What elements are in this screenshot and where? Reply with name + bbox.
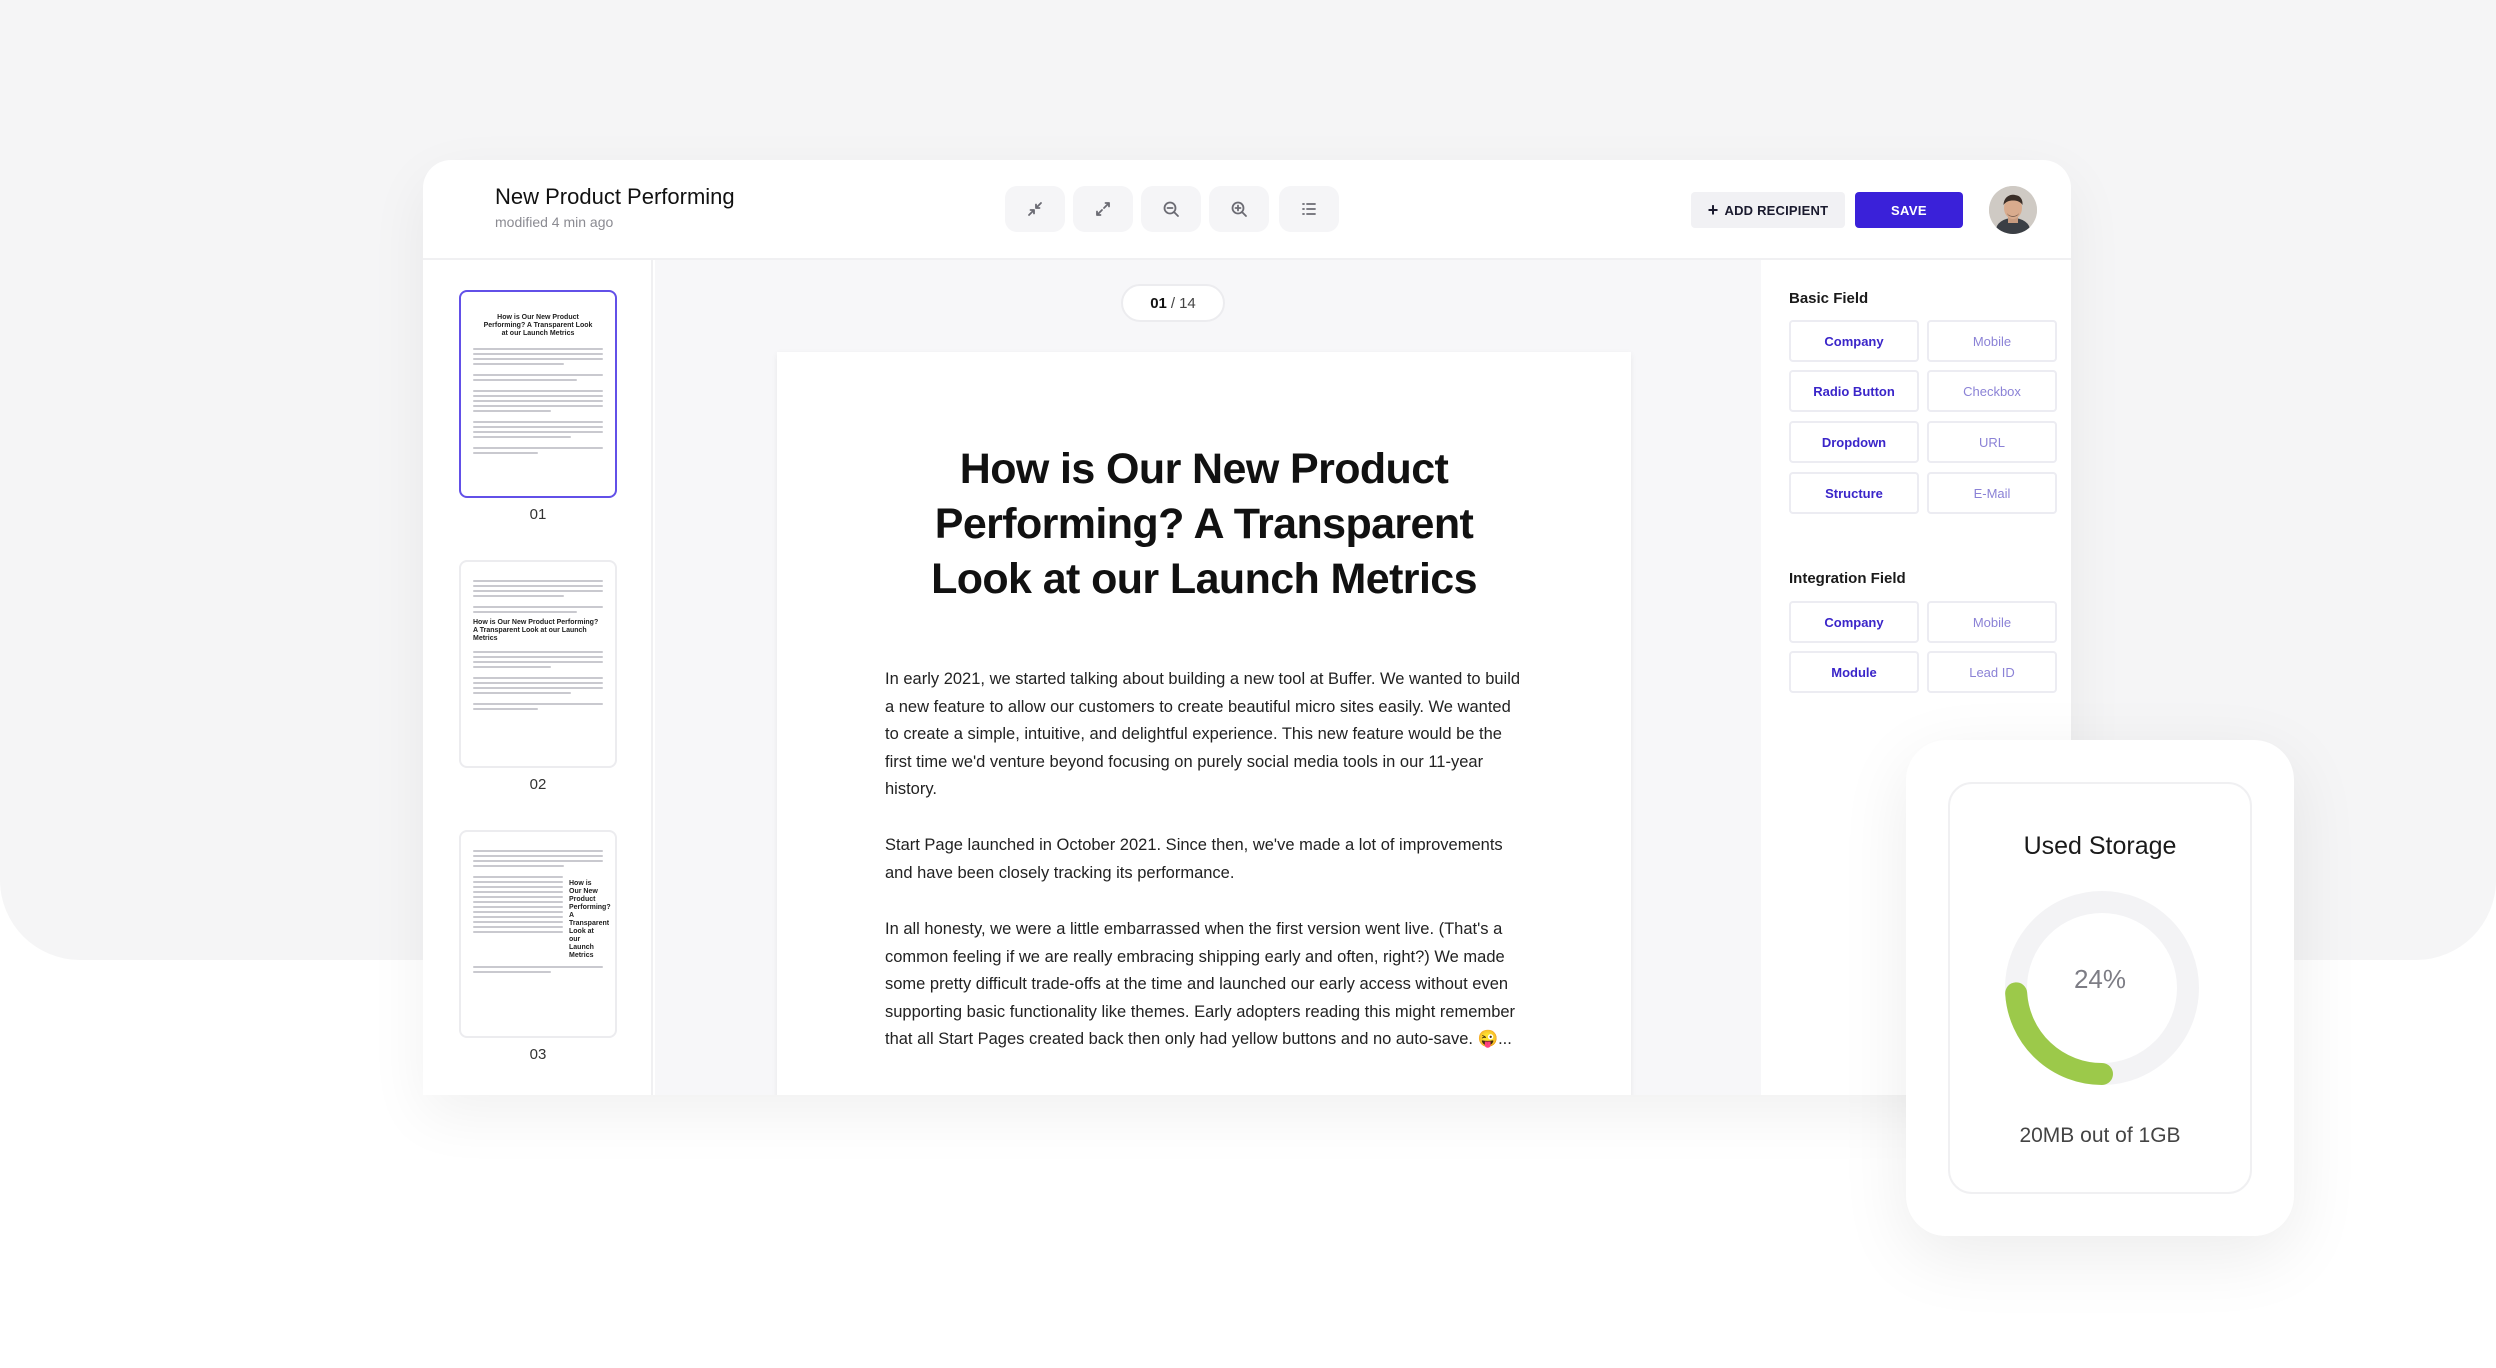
integration-lead-id[interactable]: Lead ID [1927, 651, 2057, 693]
integration-field-title: Integration Field [1789, 570, 1906, 587]
field-email[interactable]: E-Mail [1927, 472, 2057, 514]
storage-title: Used Storage [2023, 832, 2177, 860]
total-pages: 14 [1179, 294, 1196, 312]
expand-icon [1096, 202, 1110, 216]
integration-company[interactable]: Company [1789, 601, 1919, 643]
page-thumbnail[interactable]: How is Our New Product Performing? A Tra… [459, 560, 617, 768]
basic-field-title: Basic Field [1789, 290, 1869, 307]
field-structure[interactable]: Structure [1789, 472, 1919, 514]
page-thumbnail[interactable]: How is Our New Product Performing? A Tra… [459, 830, 617, 1038]
add-recipient-button[interactable]: + ADD RECIPIENT [1691, 192, 1845, 228]
collapse-button[interactable] [1005, 186, 1065, 232]
plus-icon: + [1707, 200, 1719, 220]
thumbnail-heading: How is Our New Product Performing? A Tra… [483, 314, 593, 337]
document-page: How is Our New Product Performing? A Tra… [777, 352, 1631, 1095]
integration-module[interactable]: Module [1789, 651, 1919, 693]
page-thumbnails-sidebar: How is Our New Product Performing? A Tra… [423, 260, 653, 1095]
document-paragraph: In early 2021, we started talking about … [885, 670, 1521, 798]
field-radio-button[interactable]: Radio Button [1789, 370, 1919, 412]
editor-window: New Product Performing modified 4 min ag… [423, 160, 2071, 1095]
page-indicator: 01 / 14 [1121, 284, 1225, 322]
thumbnail-number: 01 [529, 506, 547, 523]
storage-card-inner: Used Storage 24% 20MB out of 1GB [1948, 782, 2252, 1194]
save-button[interactable]: SAVE [1855, 192, 1963, 228]
current-page: 01 [1150, 294, 1167, 312]
thumbnail-heading: How is Our New Product Performing? A Tra… [569, 880, 611, 959]
zoom-in-icon [1231, 201, 1247, 217]
user-avatar-icon [1989, 186, 2037, 234]
document-paragraph: Start Page launched in October 2021. Sin… [885, 836, 1503, 882]
list-icon [1302, 203, 1316, 215]
document-paragraph: In all honesty, we were a little embarra… [885, 920, 1516, 1048]
storage-card: Used Storage 24% 20MB out of 1GB [1906, 740, 2294, 1236]
document-canvas: 01 / 14 How is Our New Product Performin… [655, 260, 1761, 1095]
field-company[interactable]: Company [1789, 320, 1919, 362]
document-title: New Product Performing [495, 184, 735, 209]
page-thumbnail[interactable]: How is Our New Product Performing? A Tra… [459, 290, 617, 498]
field-dropdown[interactable]: Dropdown [1789, 421, 1919, 463]
collapse-icon [1028, 202, 1042, 216]
document-heading: How is Our New Product Performing? A Tra… [931, 445, 1477, 603]
zoom-out-button[interactable] [1141, 186, 1201, 232]
page-separator: / [1170, 294, 1176, 312]
storage-usage: 20MB out of 1GB [2019, 1124, 2181, 1147]
list-button[interactable] [1279, 186, 1339, 232]
top-bar: New Product Performing modified 4 min ag… [423, 160, 2071, 260]
add-recipient-label: ADD RECIPIENT [1724, 202, 1829, 218]
storage-percent: 24% [2073, 964, 2127, 994]
modified-timestamp: modified 4 min ago [495, 214, 614, 230]
thumbnail-heading: How is Our New Product Performing? A Tra… [473, 619, 599, 642]
integration-mobile[interactable]: Mobile [1927, 601, 2057, 643]
expand-button[interactable] [1073, 186, 1133, 232]
field-checkbox[interactable]: Checkbox [1927, 370, 2057, 412]
field-mobile[interactable]: Mobile [1927, 320, 2057, 362]
thumbnail-number: 03 [529, 1046, 547, 1063]
field-url[interactable]: URL [1927, 421, 2057, 463]
zoom-in-button[interactable] [1209, 186, 1269, 232]
zoom-out-icon [1163, 201, 1179, 217]
avatar[interactable] [1989, 186, 2037, 234]
thumbnail-number: 02 [529, 776, 547, 793]
